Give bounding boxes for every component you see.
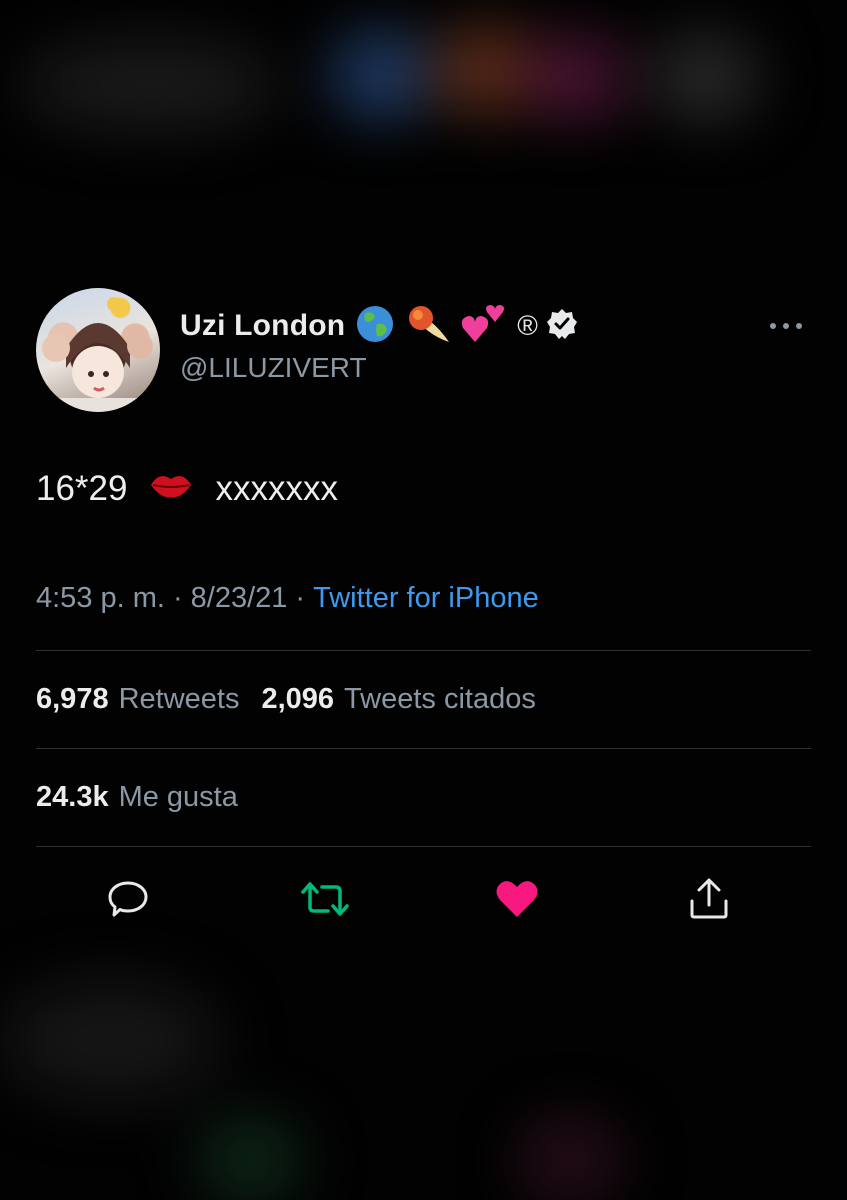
tweet-header: Uzi London ® @LILUZIVERT <box>36 288 811 412</box>
registered-mark: ® <box>517 310 538 341</box>
tweet-detail: Uzi London ® @LILUZIVERT 16*29 xxxxxxx 4… <box>36 288 811 947</box>
tweet-text-prefix: 16*29 <box>36 469 128 508</box>
tweet-text: 16*29 xxxxxxx <box>36 462 811 516</box>
retweet-stats: 6,978 Retweets 2,096 Tweets citados <box>36 651 811 748</box>
meta-separator-2: · <box>295 581 306 614</box>
user-handle[interactable]: @LILUZIVERT <box>180 352 367 384</box>
action-bar <box>36 847 811 947</box>
kiss-mark-icon <box>149 467 193 512</box>
tweet-meta: 4:53 p. m. · 8/23/21 · Twitter for iPhon… <box>36 578 811 618</box>
likes-count: 24.3k <box>36 781 109 813</box>
more-options-icon[interactable] <box>769 318 803 336</box>
retweets-stat[interactable]: 6,978 Retweets <box>36 683 239 716</box>
reply-icon[interactable] <box>106 877 150 926</box>
verified-badge-icon <box>546 308 578 345</box>
tweet-source-link[interactable]: Twitter for iPhone <box>313 582 539 615</box>
retweet-icon[interactable] <box>300 877 350 926</box>
likes-stats: 24.3k Me gusta <box>36 749 811 846</box>
retweets-label: Retweets <box>118 683 240 715</box>
likes-label: Me gusta <box>118 781 238 813</box>
comet-emoji-icon <box>405 302 453 351</box>
screen: Uzi London ® @LILUZIVERT 16*29 xxxxxxx 4… <box>0 0 847 1200</box>
meta-separator: · <box>172 581 183 614</box>
tweet-date[interactable]: 8/23/21 <box>191 582 288 615</box>
quotes-count: 2,096 <box>261 683 335 715</box>
like-icon[interactable] <box>494 877 540 926</box>
name-row: Uzi London ® <box>180 304 578 349</box>
share-icon[interactable] <box>686 877 732 926</box>
tweet-time[interactable]: 4:53 p. m. <box>36 582 165 615</box>
quotes-stat[interactable]: 2,096 Tweets citados <box>261 683 535 716</box>
display-name[interactable]: Uzi London <box>180 309 345 343</box>
likes-stat[interactable]: 24.3k Me gusta <box>36 781 238 814</box>
two-hearts-emoji-icon <box>461 302 507 351</box>
avatar[interactable] <box>36 288 160 412</box>
retweets-count: 6,978 <box>36 683 109 715</box>
quotes-label: Tweets citados <box>344 683 536 715</box>
globe-emoji-icon <box>353 304 397 349</box>
tweet-text-suffix: xxxxxxx <box>215 469 338 508</box>
